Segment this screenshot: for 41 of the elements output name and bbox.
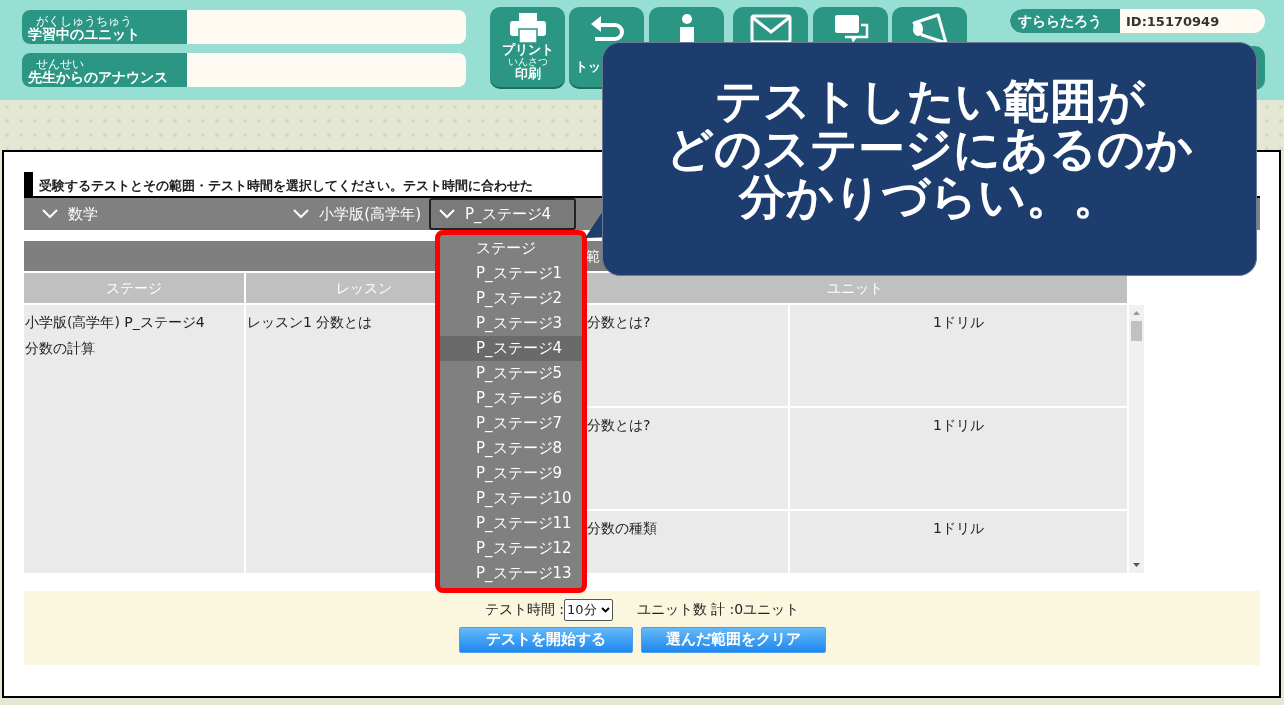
chevron-down-icon [293, 209, 310, 219]
unit-count-text: ユニット数 計 :0ユニット [636, 600, 800, 620]
dropdown-option[interactable]: P_ステージ12 [440, 536, 582, 561]
clear-selection-button[interactable]: 選んだ範囲をクリア [640, 626, 826, 653]
drill-count-cell: 1ドリル [790, 511, 1127, 573]
dropdown-option[interactable]: P_ステージ11 [440, 511, 582, 536]
user-id: ID:15170949 [1125, 13, 1220, 31]
print-button[interactable]: プリント いんさつ 印刷 [490, 7, 565, 87]
time-select[interactable]: 10分 [564, 599, 613, 621]
furigana-text: せんせい [36, 57, 84, 71]
start-test-button[interactable]: テストを開始する [458, 626, 633, 653]
callout-text: どのステージにあるのか [666, 125, 1193, 173]
dropdown-option[interactable]: P_ステージ3 [440, 311, 582, 336]
furigana-text: がくしゅうちゅう [36, 14, 132, 28]
dropdown-option[interactable]: P_ステージ8 [440, 436, 582, 461]
chevron-down-icon [600, 606, 610, 613]
dropdown-option[interactable]: P_ステージ7 [440, 411, 582, 436]
dropdown-option[interactable]: P_ステージ10 [440, 486, 582, 511]
drill-count-cell: 1ドリル [790, 305, 1127, 406]
select-dropdown[interactable]: P_ステージ4 [429, 198, 576, 230]
text-field[interactable]: せんせい 先生からのアナウンス [22, 53, 466, 87]
stage-cell: 小学版(高学年) P_ステージ4 分数の計算 [24, 305, 244, 573]
chevron-down-icon [439, 209, 455, 219]
dropdown-option[interactable]: P_ステージ9 [440, 461, 582, 486]
user-name: すららたろう [1010, 9, 1120, 33]
select-dropdown[interactable]: 数学 [24, 198, 279, 230]
dropdown-option[interactable]: P_ステージ5 [440, 361, 582, 386]
printer-icon [507, 13, 548, 43]
callout-text: テストしたい範囲が [714, 77, 1145, 126]
select-dropdown[interactable]: 小学版(高学年) [279, 198, 429, 230]
text-field[interactable]: がくしゅうちゅう 学習中のユニット [22, 10, 466, 44]
chevron-down-icon [42, 209, 58, 219]
drill-count-cell: 1ドリル [790, 408, 1127, 509]
envelope-icon [748, 13, 793, 45]
field-label: 学習中のユニット [28, 27, 140, 42]
column-header: ステージ [24, 273, 244, 303]
dropdown-option[interactable]: P_ステージ6 [440, 386, 582, 411]
field-label: 先生からのアナウンス [28, 70, 168, 85]
time-label: テスト時間 : [484, 600, 565, 620]
dropdown-option[interactable]: P_ステージ4 [440, 336, 582, 361]
scrollbar[interactable] [1129, 305, 1144, 573]
